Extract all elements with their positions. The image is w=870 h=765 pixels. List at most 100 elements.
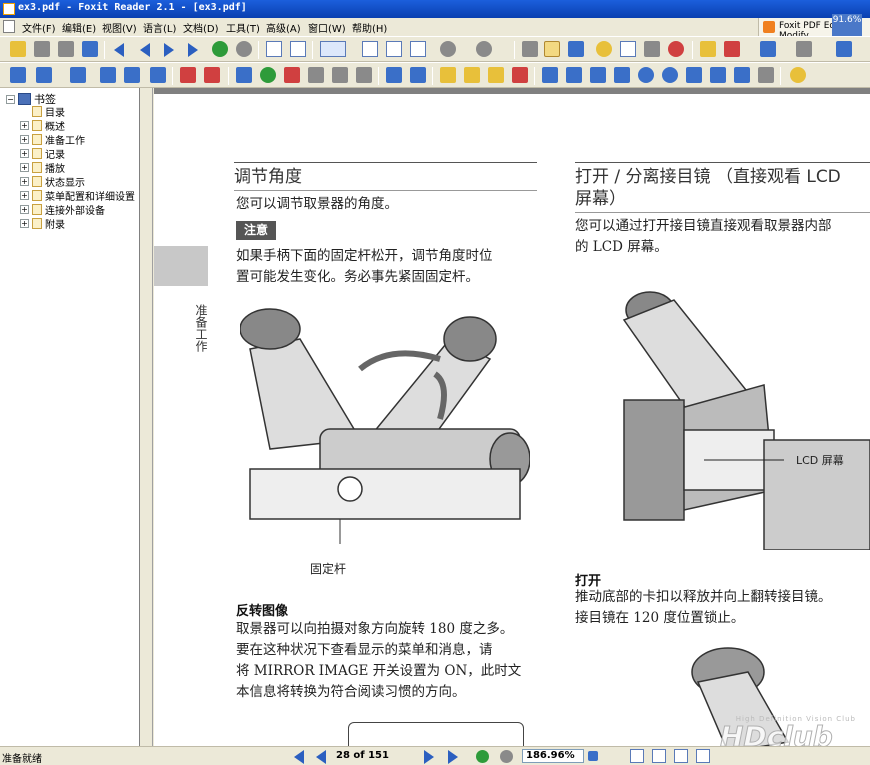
page-number-field[interactable]: 28 of 151 [336, 750, 389, 761]
facing-icon[interactable] [674, 749, 688, 763]
menu-edit[interactable]: 编辑(E) [62, 20, 96, 35]
zoom-in-tool-icon[interactable] [320, 41, 346, 57]
text-select-icon[interactable] [620, 41, 636, 57]
squiggly-icon[interactable] [488, 67, 504, 83]
expand-icon[interactable]: + [20, 148, 29, 158]
arrow-tool-icon[interactable] [36, 67, 52, 83]
collapse-icon[interactable]: − [6, 94, 15, 104]
next-page-icon[interactable] [424, 750, 436, 764]
single-page-icon[interactable] [630, 749, 644, 763]
image-tool-icon[interactable] [836, 41, 852, 57]
distance-tool-icon[interactable] [70, 67, 86, 83]
polyline-tool-icon[interactable] [124, 67, 140, 83]
draw-cloud-icon[interactable] [710, 67, 726, 83]
fit-page-icon[interactable] [386, 41, 402, 57]
note-tool-icon[interactable] [180, 67, 196, 83]
bookmark-item-playback[interactable]: + 播放 [20, 160, 135, 175]
underline-icon[interactable] [464, 67, 480, 83]
link-tool-icon[interactable] [10, 67, 26, 83]
bookmark-item-contents[interactable]: 目录 [20, 104, 135, 119]
expand-icon[interactable]: + [20, 176, 29, 186]
help-icon[interactable] [790, 67, 806, 83]
push-button-icon[interactable] [356, 67, 372, 83]
menu-document[interactable]: 文档(D) [183, 20, 219, 35]
bookmark-item-appendix[interactable]: + 附录 [20, 216, 135, 231]
bookmark-item-recording[interactable]: + 记录 [20, 146, 135, 161]
draw-polygon-icon[interactable] [686, 67, 702, 83]
menu-help[interactable]: 帮助(H) [352, 20, 387, 35]
continuous-icon[interactable] [652, 749, 666, 763]
title-bar[interactable]: ex3.pdf - Foxit Reader 2.1 - [ex3.pdf] [0, 0, 870, 18]
go-forward-icon[interactable] [500, 750, 513, 763]
last-page-icon[interactable] [448, 750, 460, 764]
bookmark-item-status-display[interactable]: + 状态显示 [20, 174, 135, 189]
thumbnails-icon[interactable] [568, 41, 584, 57]
draw-circle-icon[interactable] [638, 67, 654, 83]
draw-line-icon[interactable] [566, 67, 582, 83]
list-box-icon[interactable] [308, 67, 324, 83]
email-icon[interactable] [82, 41, 98, 57]
combo-box-icon[interactable] [332, 67, 348, 83]
expand-icon[interactable]: + [20, 134, 29, 144]
rectangle-tool-icon[interactable] [760, 41, 776, 57]
first-page-icon[interactable] [292, 750, 304, 764]
eraser-icon[interactable] [758, 67, 774, 83]
go-back-icon[interactable] [476, 750, 489, 763]
find-icon[interactable] [522, 41, 538, 57]
pencil-icon[interactable] [734, 67, 750, 83]
previous-page-icon[interactable] [140, 43, 150, 57]
form-tool-icon[interactable] [204, 67, 220, 83]
document-icon[interactable] [3, 20, 15, 33]
expand-icon[interactable]: + [20, 190, 29, 200]
typewriter-icon[interactable] [724, 41, 740, 57]
loupe-icon[interactable] [668, 41, 684, 57]
zoom-field[interactable]: 186.96% [522, 749, 584, 763]
menu-tools[interactable]: 工具(T) [226, 20, 260, 35]
text-field-icon[interactable] [236, 67, 252, 83]
polygon-tool-icon[interactable] [150, 67, 166, 83]
zoom-out-icon[interactable] [440, 41, 456, 57]
menu-advanced[interactable]: 高级(A) [266, 20, 301, 35]
line-tool-icon[interactable] [100, 67, 116, 83]
bookmark-item-external-devices[interactable]: + 连接外部设备 [20, 202, 135, 217]
zoom-in-icon[interactable] [476, 41, 492, 57]
go-forward-icon[interactable] [236, 41, 252, 57]
bookmark-item-overview[interactable]: + 概述 [20, 118, 135, 133]
menu-window[interactable]: 窗口(W) [308, 20, 346, 35]
attach-file-icon[interactable] [386, 67, 402, 83]
first-page-icon[interactable] [114, 43, 124, 57]
highlight-icon[interactable] [440, 67, 456, 83]
print-icon[interactable] [58, 41, 74, 57]
snapshot-icon[interactable] [644, 41, 660, 57]
hand-tool-icon[interactable] [596, 41, 612, 57]
zoom-dropdown-icon[interactable] [588, 751, 598, 761]
expand-icon[interactable]: + [20, 218, 29, 228]
draw-ellipse-icon[interactable] [662, 67, 678, 83]
previous-page-icon[interactable] [314, 750, 326, 764]
draw-arrow-icon[interactable] [542, 67, 558, 83]
go-back-icon[interactable] [212, 41, 228, 57]
menu-view[interactable]: 视图(V) [102, 20, 137, 35]
expand-icon[interactable]: + [20, 204, 29, 214]
last-page-icon[interactable] [188, 43, 198, 57]
select-annotation-icon[interactable] [700, 41, 716, 57]
expand-icon[interactable]: + [20, 120, 29, 130]
document-view[interactable]: 准备工作 调节角度 您可以调节取景器的角度。 注意 如果手柄下面的固定杆松开，调… [154, 88, 870, 746]
menu-file[interactable]: 文件(F) [22, 20, 56, 35]
draw-square-icon[interactable] [590, 67, 606, 83]
strikeout-icon[interactable] [512, 67, 528, 83]
bookmark-item-preparation[interactable]: + 准备工作 [20, 132, 135, 147]
bookmark-panel-icon[interactable] [544, 41, 560, 57]
checkbox-icon[interactable] [284, 67, 300, 83]
radio-button-icon[interactable] [260, 67, 276, 83]
attach-sound-icon[interactable] [410, 67, 426, 83]
actual-size-icon[interactable] [362, 41, 378, 57]
pencil-tool-icon[interactable] [796, 41, 812, 57]
fit-width-icon[interactable] [410, 41, 426, 57]
expand-icon[interactable]: + [20, 162, 29, 172]
save-icon[interactable] [34, 41, 50, 57]
rotate-left-icon[interactable] [266, 41, 282, 57]
open-icon[interactable] [10, 41, 26, 57]
bookmark-item-menu-settings[interactable]: + 菜单配置和详细设置 [20, 188, 135, 203]
draw-rectangle-icon[interactable] [614, 67, 630, 83]
